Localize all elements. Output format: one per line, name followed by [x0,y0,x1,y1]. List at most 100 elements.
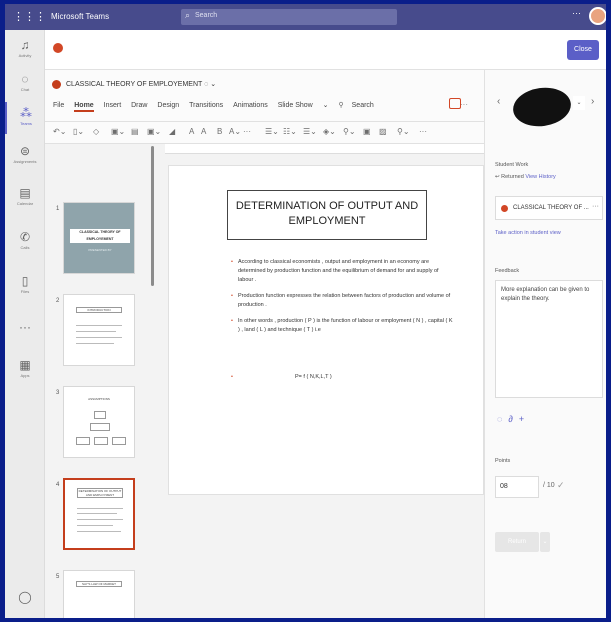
shape-icon[interactable]: ◢ [169,127,175,136]
dictate-icon[interactable]: ⚲⌄ [397,127,410,136]
tab-file[interactable]: File [53,102,64,109]
attachment-card[interactable]: CLASSICAL THEORY OF ... ··· [495,196,603,220]
tab-transitions[interactable]: Transitions [189,102,223,109]
tab-overflow[interactable]: ⌄ [323,101,329,109]
powerpoint-viewer: CLASSICAL THEORY OF EMPLOYEMENT ◌ ⌄ File… [45,70,484,618]
tab-home[interactable]: Home [74,102,94,112]
slide-bullets[interactable]: According to classical economists , outp… [231,258,453,342]
left-rail: ♫ Activity ◌ Chat ⁂ Teams ⊜ Assignments … [5,30,45,618]
slide-title[interactable]: DETERMINATION OF OUTPUT AND EMPLOYMENT [227,190,427,240]
rail-item-help[interactable]: ◯ [5,586,45,618]
align-icon[interactable]: ☰⌄ [303,127,317,136]
title-bar: ⋮⋮⋮ Microsoft Teams ⌕ Search ··· [5,4,606,30]
return-dropdown-icon[interactable]: ⌄ [540,532,550,552]
calendar-icon: ▤ [19,186,31,200]
slide-thumbnail-5[interactable]: SAY'S LAW OF MARKET [63,570,135,618]
points-input[interactable]: 08 [495,476,539,498]
rail-item-teams[interactable]: ⁂ Teams [5,102,45,134]
paste-icon[interactable]: ▯⌄ [73,127,84,136]
font-increase-icon[interactable]: A [189,127,194,136]
thumb-box [94,411,106,419]
bold-icon[interactable]: B [217,127,222,136]
attach-icon[interactable]: ∂ [508,414,512,424]
slide-thumbnail-1[interactable]: CLASSICAL THEORY OF EMPLOYEMENT PRESENTE… [63,202,135,274]
bullets-icon[interactable]: ☰⌄ [265,127,279,136]
rail-item-calendar[interactable]: ▤ Calendar [5,182,45,214]
student-dropdown-icon[interactable]: ⌄ [573,96,585,110]
search-input[interactable]: ⌕ Search [181,9,397,25]
attachment-more-icon[interactable]: ··· [592,203,599,210]
ribbon-search-icon[interactable]: ⚲ [339,101,344,109]
bullet-item: According to classical economists , outp… [231,258,453,285]
font-decrease-icon[interactable]: A [201,127,206,136]
current-slide[interactable]: DETERMINATION OF OUTPUT AND EMPLOYMENT A… [168,165,484,495]
thumbnail-scrollbar[interactable] [151,146,154,286]
copy-icon[interactable]: ◌ [497,414,502,424]
rail-item-files[interactable]: ▯ Files [5,270,45,302]
more-icon: ··· [19,320,31,334]
section-icon[interactable]: ▣⌄ [147,127,161,136]
rail-item-more[interactable]: ··· [5,316,45,348]
file-icon: ▯ [21,274,29,288]
slide-thumbnail-3[interactable]: ASSUMPTIONS [63,386,135,458]
thumb-line [76,325,122,326]
student-avatar [510,84,574,130]
undo-icon[interactable]: ↶⌄ [53,127,66,136]
thumb-title: DETERMINATION OF OUTPUT AND EMPLOYMENT [77,488,123,498]
image-icon[interactable]: ▨ [379,127,387,136]
add-icon[interactable]: + [519,414,524,424]
file-name[interactable]: CLASSICAL THEORY OF EMPLOYEMENT ◌ ⌄ [66,80,216,88]
rail-item-apps[interactable]: ▦ Apps [5,354,45,386]
ribbon-tabs: File Home Insert Draw Design Transitions… [53,101,382,112]
format-painter-icon[interactable]: ◇ [93,127,99,136]
shapes-icon[interactable]: ◈⌄ [323,127,336,136]
more-options-icon[interactable]: ··· [572,8,581,18]
slide-thumbnail-4[interactable]: DETERMINATION OF OUTPUT AND EMPLOYMENT [63,478,135,550]
layout-icon[interactable]: ▤ [131,127,139,136]
rail-item-assignments[interactable]: ⊜ Assignments [5,140,45,172]
tab-insert[interactable]: Insert [104,102,122,109]
previous-student-icon[interactable]: ‹ [497,96,500,107]
rail-item-calls[interactable]: ✆ Calls [5,226,45,258]
user-avatar[interactable] [589,7,606,25]
next-student-icon[interactable]: › [591,96,594,107]
new-slide-icon[interactable]: ▣⌄ [111,127,125,136]
thumb-box [112,437,126,445]
thumb-line [76,331,116,332]
thumb-title: ASSUMPTIONS [88,397,110,401]
assignments-icon: ⊜ [19,144,31,158]
rail-item-chat[interactable]: ◌ Chat [5,68,45,100]
return-button[interactable]: Return [495,532,539,552]
ribbon-search[interactable]: Search [352,102,374,109]
tab-slide-show[interactable]: Slide Show [278,102,313,109]
points-total: / 10 [543,482,555,489]
rail-label: Activity [18,53,32,58]
thumb-box [76,437,90,445]
check-icon: ✓ [557,480,565,490]
slide-formula: P= f ( N,K,L,T ) [295,374,332,380]
tab-draw[interactable]: Draw [131,102,147,109]
thumb-line [77,513,117,514]
tab-design[interactable]: Design [157,102,179,109]
view-history-link[interactable]: View History [525,174,555,180]
designer-icon[interactable]: ▣ [363,127,371,136]
take-action-link[interactable]: Take action in student view [495,230,561,236]
app-launcher-icon[interactable]: ⋮⋮⋮ [13,10,46,24]
returned-status: ↩ Returned View History [495,174,556,180]
feedback-field[interactable]: More explanation can be given to explain… [495,280,603,398]
powerpoint-icon [501,205,508,212]
rail-label: Calendar [16,201,34,206]
header-more-icon[interactable]: ··· [460,100,468,109]
rail-item-activity[interactable]: ♫ Activity [5,34,45,66]
font-color-icon[interactable]: A⌄ [229,127,241,136]
find-icon[interactable]: ⚲⌄ [343,127,356,136]
toolbar-overflow-icon[interactable]: ··· [419,127,427,136]
close-button[interactable]: Close [567,40,599,60]
thumb-number: 4 [56,482,60,488]
tab-animations[interactable]: Animations [233,102,268,109]
app-title: Microsoft Teams [51,12,110,21]
numbering-icon[interactable]: ☷⌄ [283,127,297,136]
slide-thumbnail-2[interactable]: INTRODUCTION [63,294,135,366]
thumb-line [77,531,121,532]
toolbar-more-icon[interactable]: ··· [243,127,251,136]
